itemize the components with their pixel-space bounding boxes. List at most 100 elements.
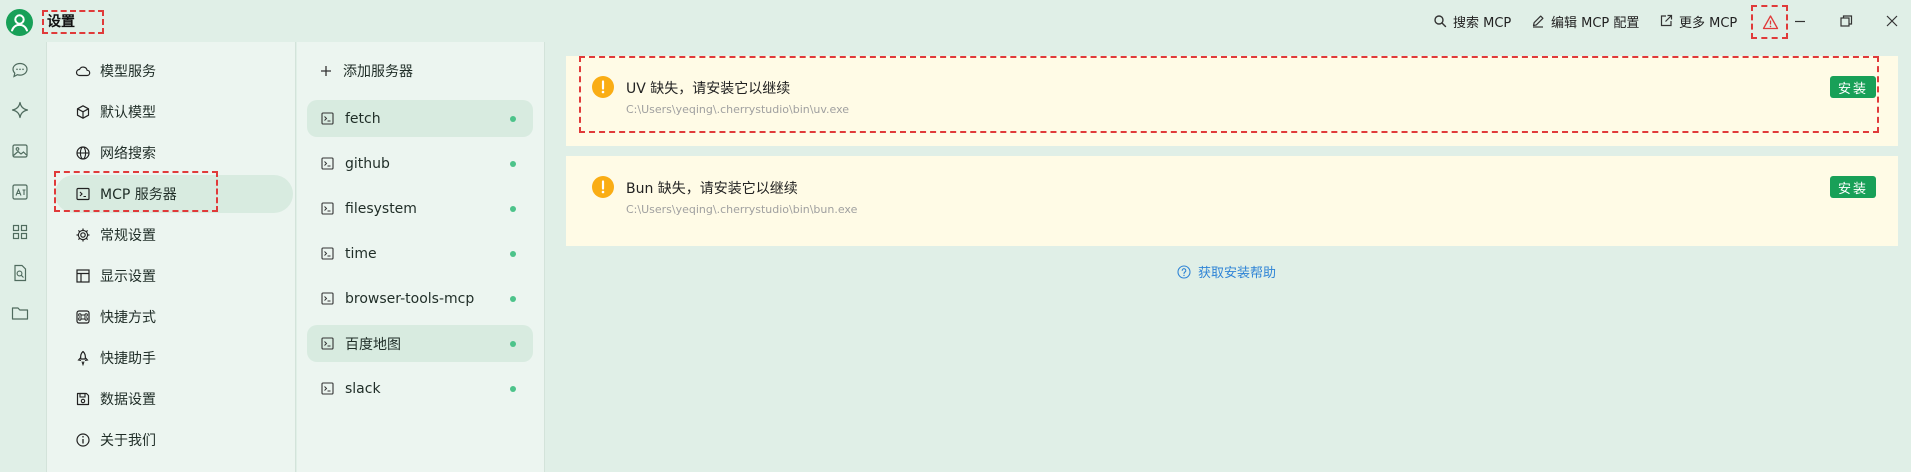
- nav-item-general-settings[interactable]: 常规设置: [55, 216, 293, 254]
- server-name: fetch: [345, 110, 381, 127]
- status-dot: [510, 296, 516, 302]
- title-bar: 设置 搜索 MCP 编辑 MCP 配置 更多 MCP: [0, 0, 1911, 42]
- nav-item-shortcuts[interactable]: 快捷方式: [55, 298, 293, 336]
- status-dot: [510, 206, 516, 212]
- terminal-icon: [321, 112, 334, 125]
- install-help-link[interactable]: 获取安装帮助: [1177, 262, 1276, 281]
- install-help-label: 获取安装帮助: [1198, 266, 1277, 281]
- server-item-fetch[interactable]: fetch: [307, 100, 533, 137]
- app-icon-rail: [0, 42, 46, 472]
- server-item-baidu-map[interactable]: 百度地图: [307, 325, 533, 362]
- nav-item-model-service[interactable]: 模型服务: [55, 52, 293, 90]
- nav-item-about-us[interactable]: 关于我们: [55, 421, 293, 459]
- edit-mcp-config-button[interactable]: 编辑 MCP 配置: [1531, 10, 1639, 32]
- search-mcp-button[interactable]: 搜索 MCP: [1433, 10, 1511, 32]
- server-list: 添加服务器 fetch github filesystem time brows…: [297, 42, 545, 472]
- user-icon: [11, 14, 28, 32]
- nav-item-label: 默认模型: [100, 105, 156, 121]
- terminal-icon: [76, 187, 90, 201]
- warning-card-bun: Bun 缺失，请安装它以继续 C:\Users\yeqing\.cherryst…: [566, 156, 1898, 246]
- server-item-time[interactable]: time: [307, 235, 533, 272]
- terminal-icon: [321, 382, 334, 395]
- warning-title: UV 缺失，请安装它以继续: [626, 81, 791, 97]
- server-item-filesystem[interactable]: filesystem: [307, 190, 533, 227]
- rocket-icon: [77, 350, 89, 366]
- terminal-icon: [321, 337, 334, 350]
- server-item-browser-tools-mcp[interactable]: browser-tools-mcp: [307, 280, 533, 317]
- warning-icon: [592, 176, 614, 198]
- edit-mcp-config-label: 编辑 MCP 配置: [1551, 15, 1640, 31]
- translate-icon[interactable]: [10, 182, 30, 202]
- terminal-icon: [321, 157, 334, 170]
- warning-path: C:\Users\yeqing\.cherrystudio\bin\bun.ex…: [626, 203, 858, 216]
- nav-item-display-settings[interactable]: 显示设置: [55, 257, 293, 295]
- add-server-label: 添加服务器: [343, 64, 413, 80]
- search-mcp-label: 搜索 MCP: [1453, 15, 1512, 31]
- nav-item-label: 关于我们: [100, 433, 156, 449]
- minimize-icon[interactable]: [1792, 13, 1808, 29]
- warning-path: C:\Users\yeqing\.cherrystudio\bin\uv.exe: [626, 103, 850, 116]
- install-bun-button[interactable]: 安装: [1830, 176, 1876, 198]
- sparkle-icon[interactable]: [10, 100, 30, 120]
- terminal-icon: [321, 292, 334, 305]
- nav-item-label: 快捷助手: [100, 351, 156, 367]
- status-dot: [510, 116, 516, 122]
- search-icon: [1434, 15, 1447, 28]
- warning-icon: [592, 76, 614, 98]
- server-name: github: [345, 155, 390, 172]
- save-icon: [76, 392, 90, 406]
- globe-icon: [76, 146, 90, 160]
- gear-icon: [76, 228, 90, 242]
- external-link-icon: [1660, 14, 1673, 27]
- file-search-icon[interactable]: [10, 263, 30, 283]
- more-mcp-label: 更多 MCP: [1679, 15, 1738, 31]
- server-name: filesystem: [345, 200, 417, 217]
- user-avatar[interactable]: [6, 9, 33, 36]
- install-uv-button[interactable]: 安装: [1830, 76, 1876, 98]
- nav-item-label: 快捷方式: [100, 310, 156, 326]
- cube-icon: [76, 105, 90, 119]
- folder-icon[interactable]: [10, 303, 30, 323]
- question-circle-icon: [1177, 264, 1191, 279]
- edit-icon: [1532, 15, 1544, 28]
- more-mcp-button[interactable]: 更多 MCP: [1659, 10, 1737, 32]
- status-dot: [510, 251, 516, 257]
- nav-item-web-search[interactable]: 网络搜索: [55, 134, 293, 172]
- nav-item-label: MCP 服务器: [100, 187, 177, 203]
- nav-item-label: 数据设置: [100, 392, 156, 408]
- terminal-icon: [321, 202, 334, 215]
- nav-item-label: 网络搜索: [100, 146, 156, 162]
- cloud-icon: [75, 66, 91, 77]
- warning-title: Bun 缺失，请安装它以继续: [626, 181, 798, 197]
- warning-triangle-icon: [1762, 15, 1779, 30]
- chat-icon[interactable]: [10, 60, 30, 80]
- settings-nav: 模型服务 默认模型 网络搜索 MCP 服务器 常规设置 显示设置 快捷方式 快捷…: [46, 42, 296, 472]
- main-content: UV 缺失，请安装它以继续 C:\Users\yeqing\.cherrystu…: [546, 42, 1911, 472]
- warning-card-uv: UV 缺失，请安装它以继续 C:\Users\yeqing\.cherrystu…: [566, 56, 1898, 146]
- restore-icon[interactable]: [1838, 13, 1854, 29]
- plus-icon: [321, 66, 331, 76]
- status-dot: [510, 341, 516, 347]
- server-name: browser-tools-mcp: [345, 290, 475, 307]
- nav-item-quick-assistant[interactable]: 快捷助手: [55, 339, 293, 377]
- alert-button[interactable]: [1751, 5, 1788, 39]
- server-name: slack: [345, 380, 381, 397]
- nav-item-label: 常规设置: [100, 228, 156, 244]
- layout-icon: [76, 269, 90, 283]
- add-server-button[interactable]: 添加服务器: [319, 60, 413, 82]
- nav-item-data-settings[interactable]: 数据设置: [55, 380, 293, 418]
- server-item-slack[interactable]: slack: [307, 370, 533, 407]
- nav-item-label: 模型服务: [100, 64, 156, 80]
- server-name: time: [345, 245, 377, 262]
- command-icon: [76, 310, 90, 324]
- apps-grid-icon[interactable]: [10, 222, 30, 242]
- status-dot: [510, 386, 516, 392]
- nav-item-default-model[interactable]: 默认模型: [55, 93, 293, 131]
- nav-item-mcp-servers[interactable]: MCP 服务器: [55, 175, 293, 213]
- info-icon: [76, 433, 90, 447]
- terminal-icon: [321, 247, 334, 260]
- close-icon[interactable]: [1884, 13, 1900, 29]
- server-item-github[interactable]: github: [307, 145, 533, 182]
- image-icon[interactable]: [10, 141, 30, 161]
- server-name: 百度地图: [345, 336, 401, 353]
